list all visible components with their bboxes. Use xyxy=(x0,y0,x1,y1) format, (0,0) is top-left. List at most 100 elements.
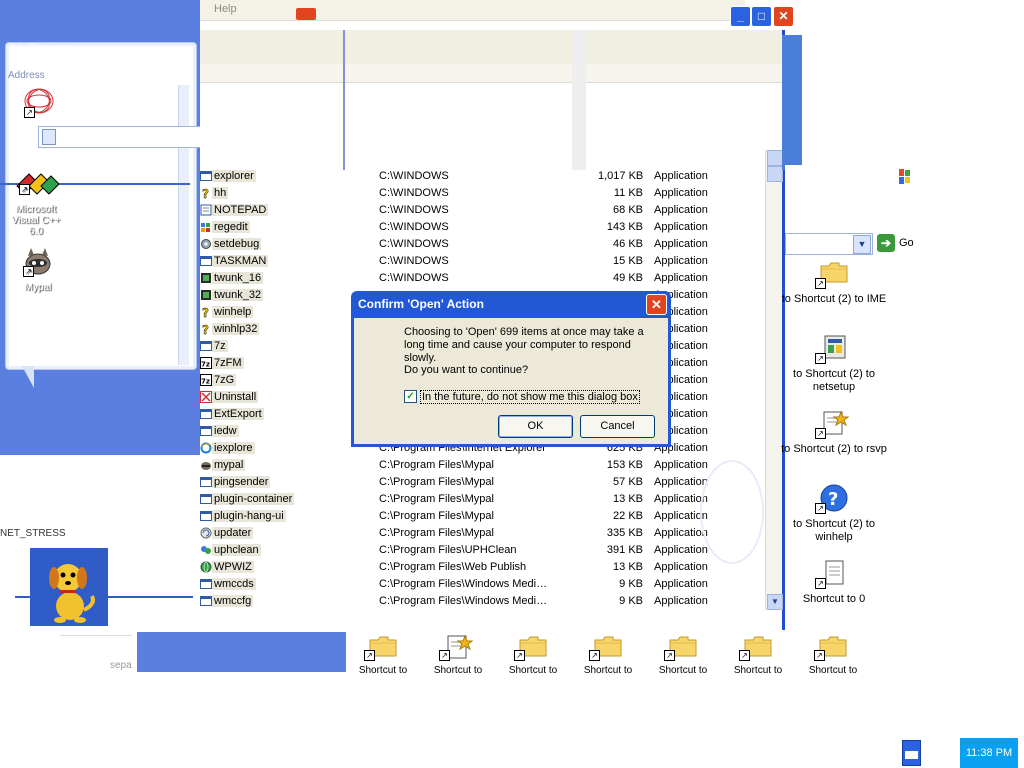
close-button[interactable]: ✕ xyxy=(773,6,794,27)
scanner-icon xyxy=(200,289,212,301)
file-row[interactable]: plugin-container C:\Program Files\Mypal 13… xyxy=(198,491,768,508)
file-name[interactable]: hh xyxy=(212,187,229,199)
file-row[interactable]: TASKMAN C:\WINDOWS 15 KB Application xyxy=(198,253,768,270)
bottom-shortcut-item[interactable]: ↗ Shortcut to xyxy=(573,632,643,674)
go-button-label[interactable]: Go xyxy=(899,237,914,249)
file-name[interactable]: updater xyxy=(212,527,254,539)
folder-icon: ↗ xyxy=(364,632,398,662)
file-type: Application xyxy=(654,204,708,216)
chevron-down-icon[interactable]: ▼ xyxy=(853,235,871,254)
shortcut-label: to Shortcut (2) to winhelp xyxy=(793,518,875,543)
file-row[interactable]: regedit C:\WINDOWS 143 KB Application xyxy=(198,219,768,236)
file-name[interactable]: TASKMAN xyxy=(212,255,269,267)
file-row[interactable]: mypal C:\Program Files\Mypal 153 KB Applica… xyxy=(198,457,768,474)
scroll-thumb[interactable] xyxy=(767,166,783,182)
shortcut-arrow-icon: ↗ xyxy=(815,353,826,364)
file-name[interactable]: iedw xyxy=(212,425,239,437)
bottom-shortcut-item[interactable]: ↗ Shortcut to xyxy=(498,632,568,674)
keyboard-layout-icon[interactable] xyxy=(902,740,921,766)
file-name[interactable]: regedit xyxy=(212,221,250,233)
pane-splitter[interactable] xyxy=(343,30,345,170)
file-name[interactable]: winhelp xyxy=(212,306,254,318)
do-not-show-label[interactable]: In the future, do not show me this dialo… xyxy=(420,390,640,404)
shortcut-label: to Shortcut (2) to netsetup xyxy=(793,368,875,393)
desktop-shortcut-spiral[interactable]: ↗ xyxy=(22,87,56,120)
dialog-message: Choosing to 'Open' 699 items at once may… xyxy=(404,326,644,364)
file-row[interactable]: wmccfg C:\Program Files\Windows Medi… 9 KB… xyxy=(198,593,768,610)
file-name[interactable]: 7zG xyxy=(212,374,237,386)
file-row[interactable]: wmccds C:\Program Files\Windows Medi… 9 KB… xyxy=(198,576,768,593)
file-type: Application xyxy=(654,578,708,590)
right-shortcut-item[interactable]: ? ↗ to Shortcut (2) to winhelp xyxy=(779,483,889,544)
svg-text:?: ? xyxy=(202,187,209,199)
close-icon[interactable] xyxy=(296,8,316,20)
file-name[interactable]: NOTEPAD xyxy=(212,204,269,216)
file-row[interactable]: explorer C:\WINDOWS 1,017 KB Application xyxy=(198,168,768,185)
file-name[interactable]: WPWIZ xyxy=(212,561,254,573)
file-row[interactable]: plugin-hang-ui C:\Program Files\Mypal 22 K… xyxy=(198,508,768,525)
file-name[interactable]: 7zFM xyxy=(212,357,244,369)
pane-splitter[interactable] xyxy=(572,30,586,170)
help-circle-icon: ? ↗ xyxy=(815,483,849,515)
file-name[interactable]: explorer xyxy=(212,170,256,182)
file-name[interactable]: wmccds xyxy=(212,578,256,590)
file-name[interactable]: uphclean xyxy=(212,544,261,556)
do-not-show-checkbox[interactable]: ✓ xyxy=(404,390,417,403)
file-row[interactable]: pingsender C:\Program Files\Mypal 57 KB App… xyxy=(198,474,768,491)
file-row[interactable]: ? hh C:\WINDOWS 11 KB Application xyxy=(198,185,768,202)
go-arrow-icon[interactable]: ➔ xyxy=(877,234,895,252)
file-row[interactable]: NOTEPAD C:\WINDOWS 68 KB Application xyxy=(198,202,768,219)
file-name[interactable]: twunk_16 xyxy=(212,272,264,284)
taskbar-clock[interactable]: 11:38 PM xyxy=(960,738,1018,768)
file-name[interactable]: iexplore xyxy=(212,442,255,454)
folder-icon: ↗ xyxy=(814,632,848,662)
file-name[interactable]: plugin-container xyxy=(212,493,295,505)
shortcut-arrow-icon: ↗ xyxy=(814,650,825,661)
file-name[interactable]: pingsender xyxy=(212,476,271,488)
shortcut-label: Shortcut to xyxy=(433,665,483,674)
folder-icon: ↗ xyxy=(739,632,773,662)
scroll-up-button[interactable] xyxy=(767,150,783,166)
address-bar-area xyxy=(200,64,782,83)
file-size: 68 KB xyxy=(613,204,643,216)
search-assistant-dog[interactable] xyxy=(30,548,108,626)
file-name[interactable]: ExtExport xyxy=(212,408,264,420)
file-name[interactable]: winhlp32 xyxy=(212,323,260,335)
bottom-shortcut-item[interactable]: ↗ Shortcut to xyxy=(348,632,418,674)
file-name[interactable]: 7z xyxy=(212,340,228,352)
window-icon xyxy=(200,510,212,522)
file-path: C:\WINDOWS xyxy=(379,221,449,233)
maximize-button[interactable]: □ xyxy=(751,6,772,27)
confirm-open-dialog: Confirm 'Open' Action ✕ Choosing to 'Ope… xyxy=(351,291,671,447)
folder-icon: ↗ xyxy=(664,632,698,662)
bottom-shortcut-item[interactable]: ↗ Shortcut to xyxy=(723,632,793,674)
right-address-combo[interactable]: ▼ xyxy=(785,233,873,255)
cancel-button[interactable]: Cancel xyxy=(580,415,655,438)
file-row[interactable]: setdebug C:\WINDOWS 46 KB Application xyxy=(198,236,768,253)
menu-help[interactable]: Help xyxy=(214,3,237,15)
file-row[interactable]: uphclean C:\Program Files\UPHClean 391 KB A… xyxy=(198,542,768,559)
file-name[interactable]: Uninstall xyxy=(212,391,259,403)
file-name[interactable]: setdebug xyxy=(212,238,262,250)
desktop-icon-mypal[interactable]: ↗ Mypal xyxy=(6,246,70,293)
desktop-icon-visual-cpp[interactable]: ↗ Microsoft Visual C++ 6.0 xyxy=(4,168,68,237)
updater-icon xyxy=(200,527,212,539)
file-name[interactable]: wmccfg xyxy=(212,595,254,607)
file-name[interactable]: mypal xyxy=(212,459,246,471)
right-shortcut-item[interactable]: ↗ to Shortcut (2) to rsvp xyxy=(779,408,889,456)
file-name[interactable]: twunk_32 xyxy=(212,289,264,301)
bottom-shortcut-item[interactable]: ↗ Shortcut to xyxy=(423,632,493,674)
file-row[interactable]: twunk_16 C:\WINDOWS 49 KB Application xyxy=(198,270,768,287)
ok-button[interactable]: OK xyxy=(498,415,573,438)
bottom-shortcut-item[interactable]: ↗ Shortcut to xyxy=(798,632,866,674)
bottom-shortcut-item[interactable]: ↗ Shortcut to xyxy=(648,632,718,674)
dialog-close-button[interactable]: ✕ xyxy=(646,294,667,315)
file-name[interactable]: plugin-hang-ui xyxy=(212,510,286,522)
right-shortcut-item[interactable]: ↗ to Shortcut (2) to IME xyxy=(779,258,889,306)
file-row[interactable]: updater C:\Program Files\Mypal 335 KB Appli… xyxy=(198,525,768,542)
right-shortcut-item[interactable]: ↗ to Shortcut (2) to netsetup xyxy=(779,333,889,394)
minimize-button[interactable]: _ xyxy=(730,6,751,27)
right-shortcut-item[interactable]: ↗ Shortcut to 0 xyxy=(779,558,889,606)
file-size: 143 KB xyxy=(606,221,643,233)
file-row[interactable]: WPWIZ C:\Program Files\Web Publish 13 KB Ap… xyxy=(198,559,768,576)
